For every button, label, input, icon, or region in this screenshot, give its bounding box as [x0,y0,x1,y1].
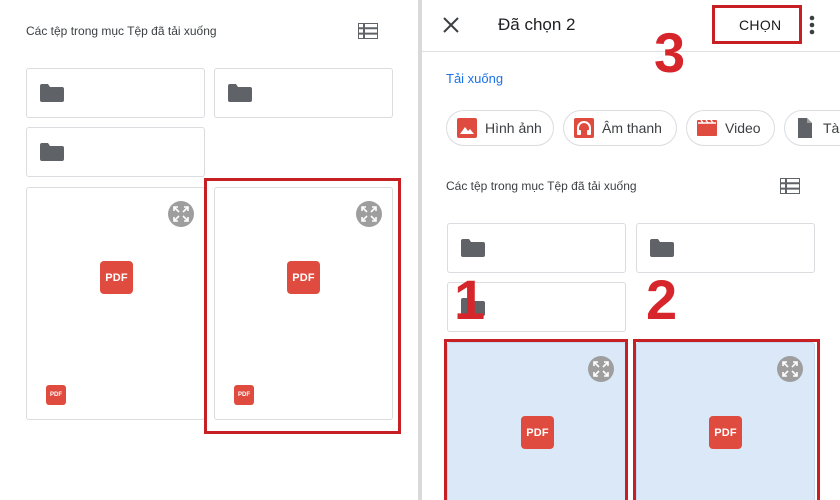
highlight-box [444,339,628,500]
folder-icon [40,84,64,102]
chip-images[interactable]: Hình ảnh [446,110,554,146]
folder-icon [40,143,64,161]
list-view-icon[interactable] [780,178,800,194]
step-number-2: 2 [646,268,678,331]
header-divider [422,51,840,52]
left-panel: Các tệp trong mục Tệp đã tải xuống PDF P… [0,0,418,500]
close-icon[interactable] [443,17,459,33]
folder-card[interactable] [26,68,205,118]
right-panel: Đã chọn 2 CHỌN Tải xuống Hình ảnh Âm tha… [422,0,840,500]
selection-count-title: Đã chọn 2 [498,15,576,34]
folder-card[interactable] [214,68,393,118]
more-options-icon[interactable] [809,15,815,35]
list-view-icon[interactable] [358,23,378,39]
step-number-1: 1 [454,268,486,331]
image-icon [457,118,477,138]
chip-label: Hình ảnh [485,120,542,136]
step-number-3: 3 [654,21,686,84]
highlight-box [712,5,802,44]
chip-documents[interactable]: Tà [784,110,840,146]
pdf-small-icon: PDF [46,385,66,405]
section-label: Các tệp trong mục Tệp đã tải xuống [446,179,637,193]
headphones-icon [574,118,594,138]
chip-label: Tà [823,120,840,136]
document-icon [798,118,812,138]
chip-label: Âm thanh [602,120,662,136]
folder-card[interactable] [26,127,205,177]
pdf-icon: PDF [100,261,133,294]
expand-icon[interactable] [168,201,194,227]
video-icon [697,119,717,136]
chip-label: Video [725,120,761,136]
breadcrumb[interactable]: Tải xuống [446,71,503,86]
chip-video[interactable]: Video [686,110,775,146]
folder-icon [228,84,252,102]
pdf-file-card[interactable]: PDF PDF [26,187,205,420]
section-label: Các tệp trong mục Tệp đã tải xuống [26,24,217,38]
chip-audio[interactable]: Âm thanh [563,110,677,146]
folder-card[interactable] [636,223,815,273]
highlight-box [633,339,820,500]
folder-icon [650,239,674,257]
folder-card[interactable] [447,223,626,273]
folder-icon [461,239,485,257]
highlight-box [204,178,401,434]
